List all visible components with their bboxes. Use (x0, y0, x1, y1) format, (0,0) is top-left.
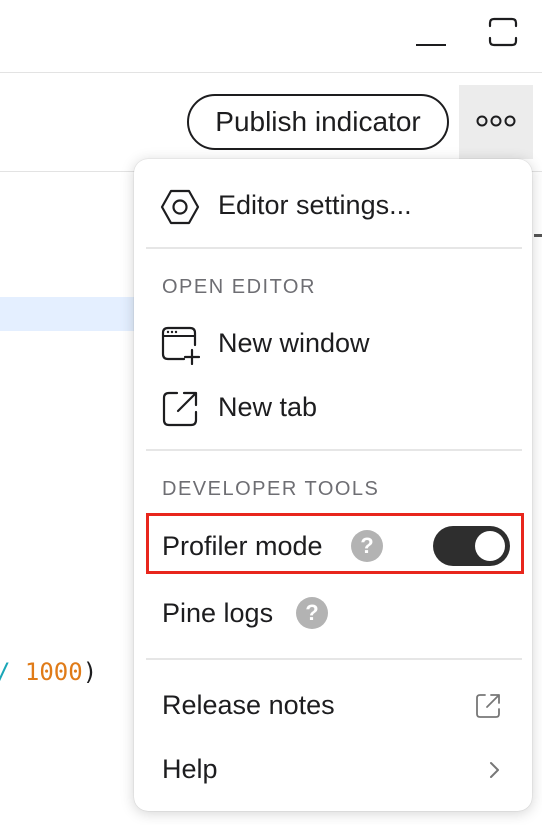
new-window-icon (161, 326, 200, 365)
external-link-icon (476, 694, 500, 718)
menu-item-pine-logs[interactable]: Pine logs ? (134, 583, 532, 643)
menu-item-help[interactable]: Help (134, 739, 532, 799)
new-window-label: New window (218, 328, 370, 358)
pine-logs-help-icon[interactable]: ? (296, 597, 328, 629)
active-line-highlight (0, 297, 142, 331)
minimize-button[interactable] (416, 44, 446, 46)
menu-item-new-window[interactable]: New window (134, 313, 532, 373)
publish-indicator-button[interactable]: Publish indicator (187, 94, 449, 150)
more-options-menu: Editor settings... OPEN EDITOR New windo… (134, 159, 532, 811)
pine-logs-label: Pine logs (162, 598, 274, 628)
profiler-mode-highlight-box (146, 513, 524, 574)
code-paren: ) (82, 658, 98, 686)
help-label: Help (162, 754, 218, 784)
code-operator: / (0, 658, 10, 686)
menu-item-editor-settings[interactable]: Editor settings... (134, 175, 532, 235)
chevron-right-icon (490, 762, 499, 778)
maximize-icon (488, 17, 518, 47)
window-titlebar (0, 0, 542, 73)
menu-item-new-tab[interactable]: New tab (134, 377, 532, 437)
menu-divider (146, 449, 522, 451)
section-heading-open-editor: OPEN EDITOR (162, 276, 316, 298)
editor-scroll-marker (534, 234, 542, 237)
editor-settings-label: Editor settings... (218, 190, 412, 220)
menu-item-release-notes[interactable]: Release notes (134, 675, 532, 735)
code-line: / 1000) (0, 658, 97, 686)
external-link-icon (162, 391, 198, 427)
maximize-button[interactable] (488, 17, 518, 47)
new-tab-label: New tab (218, 392, 318, 422)
section-heading-developer-tools: DEVELOPER TOOLS (162, 478, 380, 500)
code-number: 1000 (24, 658, 83, 686)
editor-toolbar: Publish indicator (0, 73, 542, 171)
more-options-button[interactable] (459, 85, 533, 159)
release-notes-label: Release notes (162, 690, 335, 720)
more-dots-icon (476, 115, 516, 127)
menu-divider (146, 247, 522, 249)
hexagon-settings-icon (160, 189, 200, 225)
menu-divider (146, 658, 522, 660)
